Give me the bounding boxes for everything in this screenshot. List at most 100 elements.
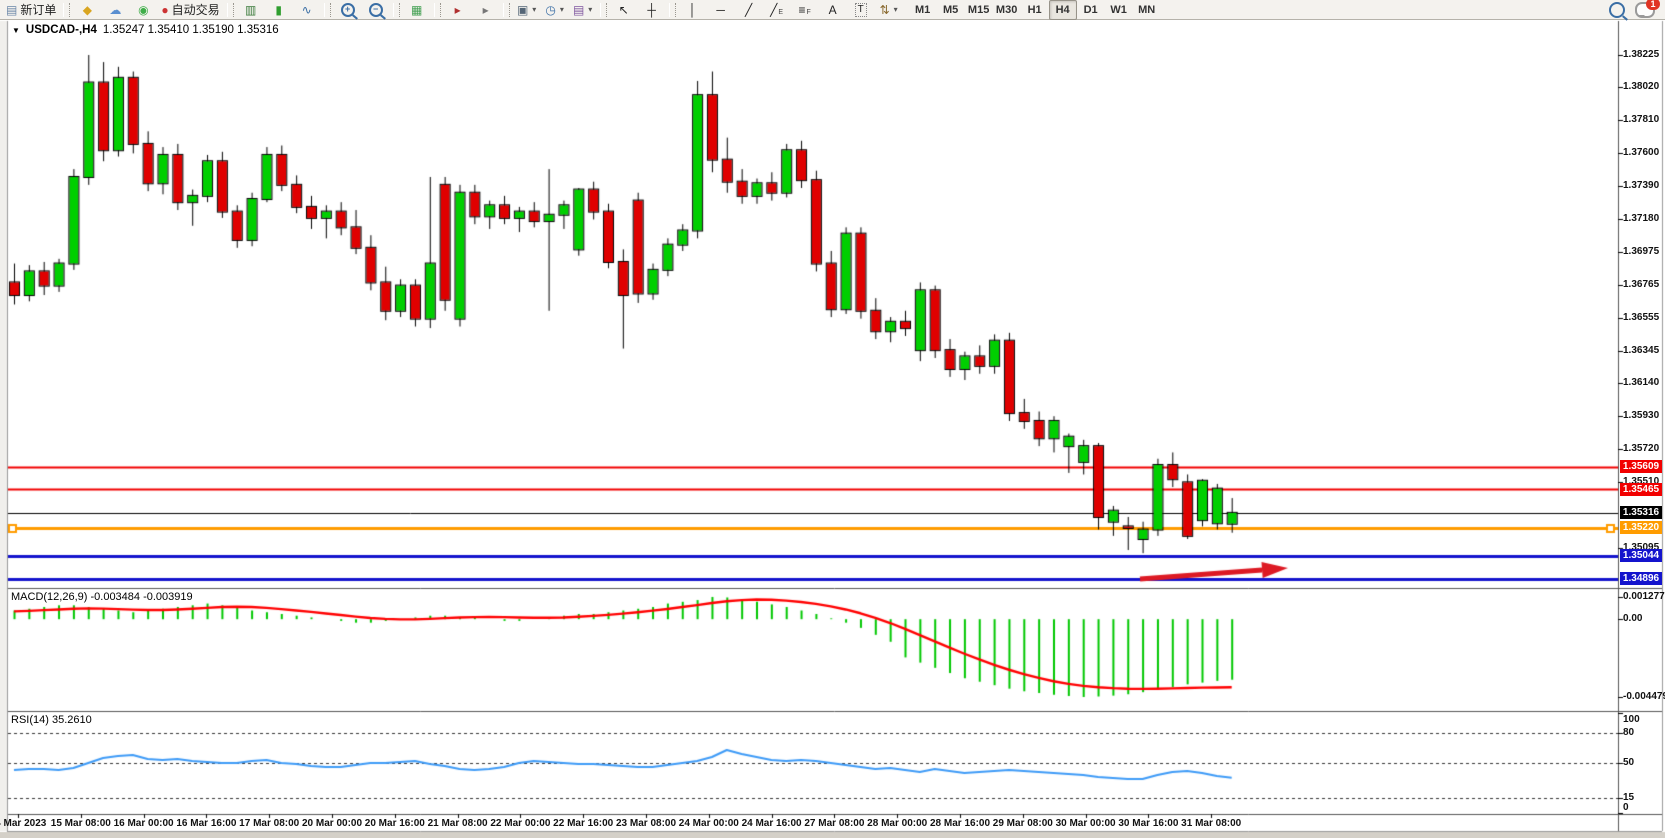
price-tick-label: 1.38225 [1623,49,1659,60]
time-axis-label: 20 Mar 00:00 [302,818,362,829]
main-toolbar: ▤新订单◆☁◉●自动交易▥▮∿+−▦▸▸▣▾◷▾▤▾↖┼│─╱╱E≡FAT⇅▾ … [0,0,1665,20]
chart-menu-icon[interactable]: ▼ [12,26,20,35]
price-tick-label: 1.35720 [1623,443,1659,454]
cursor-button[interactable]: ↖ [610,0,638,20]
notifications-icon[interactable]: 1 [1635,2,1655,18]
time-axis-label: 22 Mar 16:00 [553,818,613,829]
rsi-scale-label: 50 [1623,757,1634,768]
vertical-line-button[interactable]: │ [679,0,707,20]
price-badge: 1.35316 [1620,506,1662,519]
metaeditor-button[interactable]: ◆ [73,0,101,20]
chart-ohlc-values: 1.35247 1.35410 1.35190 1.35316 [103,24,279,36]
price-tick-label: 1.37600 [1623,147,1659,158]
price-badge: 1.35609 [1620,460,1662,473]
zoom-in-button[interactable]: + [334,0,362,20]
timeframe-h4[interactable]: H4 [1049,0,1077,20]
templates-button[interactable]: ▤▾ [569,0,597,20]
toolbar-separator [434,3,441,17]
signals-button[interactable]: ◉ [129,0,157,20]
text-label-button[interactable]: T [847,0,875,20]
chart-symbol-period: USDCAD-,H4 [26,24,97,36]
price-badge: 1.34896 [1620,572,1662,585]
timeframe-toolbar: M1M5M15M30H1H4D1W1MN [909,0,1161,20]
time-axis-label: 30 Mar 16:00 [1118,818,1178,829]
time-axis-label: 15 Mar 08:00 [51,818,111,829]
rsi-scale-label: 80 [1623,727,1634,738]
new-chart-button[interactable]: ▣▾ [513,0,541,20]
toolbar-separator [393,3,400,17]
timeframe-m30[interactable]: M30 [993,0,1021,20]
macd-scale-label: 0.00 [1623,613,1642,624]
time-axis-label: 30 Mar 00:00 [1056,818,1116,829]
line-chart-button[interactable]: ∿ [293,0,321,20]
price-badge: 1.35465 [1620,483,1662,496]
timeframe-m15[interactable]: M15 [965,0,993,20]
chart-canvas[interactable] [0,0,1665,838]
time-axis-label: 28 Mar 16:00 [930,818,990,829]
tile-windows-button[interactable]: ▦ [403,0,431,20]
text-button[interactable]: A [819,0,847,20]
notification-count-badge: 1 [1646,0,1660,10]
price-badge: 1.35044 [1620,549,1662,562]
toolbar-right-group: 1 [1609,2,1663,18]
time-axis-label: 22 Mar 00:00 [490,818,550,829]
rsi-scale-label: 100 [1623,714,1640,725]
macd-signal-value: -0.003919 [143,591,193,603]
price-tick-label: 1.38020 [1623,81,1659,92]
search-icon[interactable] [1609,2,1625,18]
timeframe-h1[interactable]: H1 [1021,0,1049,20]
price-tick-label: 1.36140 [1623,377,1659,388]
time-axis-label: 24 Mar 00:00 [679,818,739,829]
toolbar-button-group: ▤新订单 ◆☁◉●自动交易 ▥▮∿ +−▦ ▸▸ ▣▾◷▾▤▾ ↖┼ │─╱╱E≡FAT⇅▾ [2,0,903,20]
zoom-out-button[interactable]: − [362,0,390,20]
toolbar-separator [63,3,70,17]
new-order-button[interactable]: ▤新订单 [2,0,60,20]
candlestick-chart-button[interactable]: ▮ [265,0,293,20]
price-tick-label: 1.35930 [1623,410,1659,421]
time-axis-label: 17 Mar 08:00 [239,818,299,829]
toolbar-separator [669,3,676,17]
arrows-button[interactable]: ⇅▾ [875,0,903,20]
price-tick-label: 1.36975 [1623,246,1659,257]
time-axis-label: 16 Mar 16:00 [176,818,236,829]
timeframe-m5[interactable]: M5 [937,0,965,20]
toolbar-separator [503,3,510,17]
chart-shift-button[interactable]: ▸ [472,0,500,20]
rsi-value: 35.2610 [52,714,92,726]
profiles-button[interactable]: ◷▾ [541,0,569,20]
metatrader-app: ▤新订单◆☁◉●自动交易▥▮∿+−▦▸▸▣▾◷▾▤▾↖┼│─╱╱E≡FAT⇅▾ … [0,0,1665,838]
trendline-button[interactable]: ╱ [735,0,763,20]
price-badge: 1.35220 [1620,521,1662,534]
macd-scale-label: -0.004479 [1623,691,1665,702]
time-axis-label: 20 Mar 16:00 [365,818,425,829]
channel-button[interactable]: ╱E [763,0,791,20]
timeframe-m1[interactable]: M1 [909,0,937,20]
macd-main-value: -0.003484 [90,591,140,603]
crosshair-button[interactable]: ┼ [638,0,666,20]
time-axis-label: 21 Mar 08:00 [428,818,488,829]
time-axis-label: 29 Mar 08:00 [993,818,1053,829]
toolbar-separator [227,3,234,17]
price-tick-label: 1.36555 [1623,312,1659,323]
price-tick-label: 1.36765 [1623,279,1659,290]
horizontal-line-button[interactable]: ─ [707,0,735,20]
bar-chart-button[interactable]: ▥ [237,0,265,20]
virtual-hosting-button[interactable]: ☁ [101,0,129,20]
auto-scroll-button[interactable]: ▸ [444,0,472,20]
fibonacci-button[interactable]: ≡F [791,0,819,20]
timeframe-mn[interactable]: MN [1133,0,1161,20]
auto-trading-button[interactable]: ●自动交易 [157,0,223,20]
price-tick-label: 1.37390 [1623,180,1659,191]
time-axis-label: 24 Mar 16:00 [742,818,802,829]
price-tick-label: 1.37180 [1623,213,1659,224]
price-tick-label: 1.36345 [1623,345,1659,356]
timeframe-d1[interactable]: D1 [1077,0,1105,20]
rsi-name: RSI(14) [11,714,49,726]
chart-title-bar: ▼ USDCAD-,H4 1.35247 1.35410 1.35190 1.3… [12,24,279,36]
time-axis-label: 27 Mar 08:00 [804,818,864,829]
timeframe-w1[interactable]: W1 [1105,0,1133,20]
rsi-scale-label: 0 [1623,802,1629,813]
toolbar-separator [324,3,331,17]
macd-name: MACD(12,26,9) [11,591,87,603]
time-axis-label: 28 Mar 00:00 [867,818,927,829]
